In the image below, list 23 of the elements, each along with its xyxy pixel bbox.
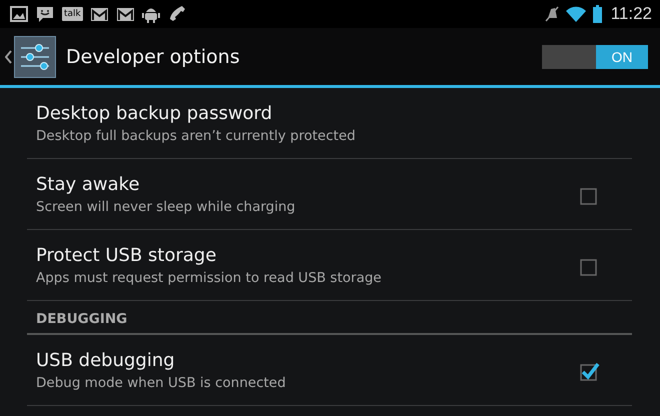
wifi-icon — [566, 6, 586, 22]
talk-icon: talk — [62, 7, 83, 21]
back-chevron-icon — [5, 50, 12, 64]
mute-icon — [544, 5, 559, 23]
mail-icon — [116, 5, 135, 23]
app-home-button[interactable] — [3, 34, 58, 80]
setting-summary: Apps must request permission to read USB storage — [36, 268, 382, 288]
setting-summary: Desktop full backups aren’t currently protected — [36, 126, 356, 146]
chat-bubble-icon — [36, 5, 55, 23]
setting-title[interactable]: USB debugging — [36, 348, 578, 372]
setting-summary: Debug mode when USB is connected — [36, 374, 287, 392]
mail-icon — [90, 5, 109, 23]
screen-title: Developer options — [66, 46, 241, 68]
section-header: DEBUGGING — [27, 301, 632, 335]
picture-icon — [10, 5, 29, 23]
clock-time: 11:22 — [610, 4, 652, 24]
battery-icon — [592, 5, 602, 23]
setting-summary: Screen will never sleep while charging — [36, 198, 296, 216]
sliders-icon — [14, 36, 56, 78]
setting-title[interactable]: Desktop backup password — [36, 102, 632, 126]
setting-title[interactable]: Protect USB storage — [36, 244, 578, 268]
setting-title[interactable]: Stay awake — [36, 172, 578, 196]
phone-icon — [168, 5, 187, 23]
